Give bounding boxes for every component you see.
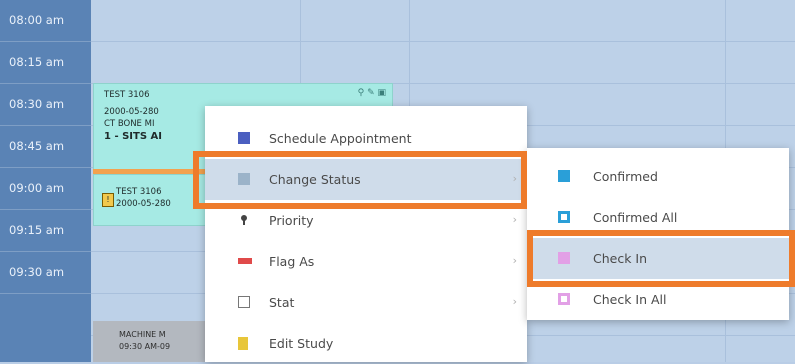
time-label: 09:30 am — [9, 265, 65, 279]
calendar-icon — [238, 132, 250, 144]
flag-icon — [238, 258, 252, 264]
check-in-all-icon — [558, 293, 570, 305]
time-label: 08:15 am — [9, 55, 65, 69]
submenu-item-label: Check In All — [593, 292, 667, 307]
context-menu: Schedule Appointment Change Status › Pri… — [205, 106, 527, 362]
edit-icon[interactable]: ✎ — [367, 88, 375, 98]
appointment-action-icons[interactable]: ⚲ ✎ ▣ — [358, 88, 386, 99]
chevron-right-icon: › — [512, 295, 517, 308]
warning-badge-icon: ! — [102, 193, 114, 207]
time-label: 09:15 am — [9, 223, 65, 237]
submenu-item-label: Confirmed — [593, 169, 658, 184]
time-slot[interactable]: 08:15 am — [0, 42, 91, 84]
time-slot[interactable]: 09:30 am — [0, 252, 91, 294]
chevron-right-icon: › — [512, 213, 517, 226]
time-slot[interactable]: 08:30 am — [0, 84, 91, 126]
appointment-time: 09:30 AM-09 — [119, 342, 171, 351]
appointment-card[interactable]: MACHINE M 09:30 AM-09 — [93, 321, 209, 362]
menu-item-label: Flag As — [269, 254, 315, 269]
time-slot[interactable]: 08:00 am — [0, 0, 91, 42]
submenu-item-label: Confirmed All — [593, 210, 678, 225]
menu-item-label: Edit Study — [269, 336, 334, 351]
appointment-title: MACHINE M — [119, 330, 166, 339]
highlight-box-change-status — [193, 151, 527, 209]
menu-item-stat[interactable]: Stat › — [205, 282, 527, 323]
time-label: 08:00 am — [9, 13, 65, 27]
appointment-title: TEST 3106 — [104, 90, 150, 100]
priority-icon — [238, 214, 250, 226]
time-label: 09:00 am — [9, 181, 65, 195]
stat-checkbox-icon — [238, 296, 250, 308]
menu-item-flag-as[interactable]: Flag As › — [205, 241, 527, 282]
menu-item-edit-study[interactable]: Edit Study — [205, 323, 527, 364]
pin-icon[interactable]: ⚲ — [358, 88, 365, 98]
time-label: 08:45 am — [9, 139, 65, 153]
calendar-small-icon[interactable]: ▣ — [377, 88, 386, 98]
time-slot[interactable]: 09:15 am — [0, 210, 91, 252]
edit-study-icon — [238, 337, 248, 350]
time-label: 08:30 am — [9, 97, 65, 111]
submenu-item-confirmed[interactable]: Confirmed — [527, 156, 789, 197]
appointment-procedure: CT BONE MI — [104, 119, 155, 129]
chevron-right-icon: › — [512, 254, 517, 267]
confirmed-all-icon — [558, 211, 570, 223]
time-slot[interactable]: 08:45 am — [0, 126, 91, 168]
menu-item-label: Priority — [269, 213, 314, 228]
appointment-date: 2000-05-280 — [104, 107, 159, 117]
appointment-title: TEST 3106 — [116, 187, 162, 197]
menu-item-label: Stat — [269, 295, 295, 310]
highlight-box-check-in — [527, 230, 795, 287]
confirmed-icon — [558, 170, 570, 182]
menu-item-label: Schedule Appointment — [269, 131, 412, 146]
appointment-date: 2000-05-280 — [116, 199, 171, 209]
appointment-status: 1 - SITS AI — [104, 131, 162, 142]
time-slot[interactable]: 09:00 am — [0, 168, 91, 210]
time-column: 08:00 am 08:15 am 08:30 am 08:45 am 09:0… — [0, 0, 91, 362]
